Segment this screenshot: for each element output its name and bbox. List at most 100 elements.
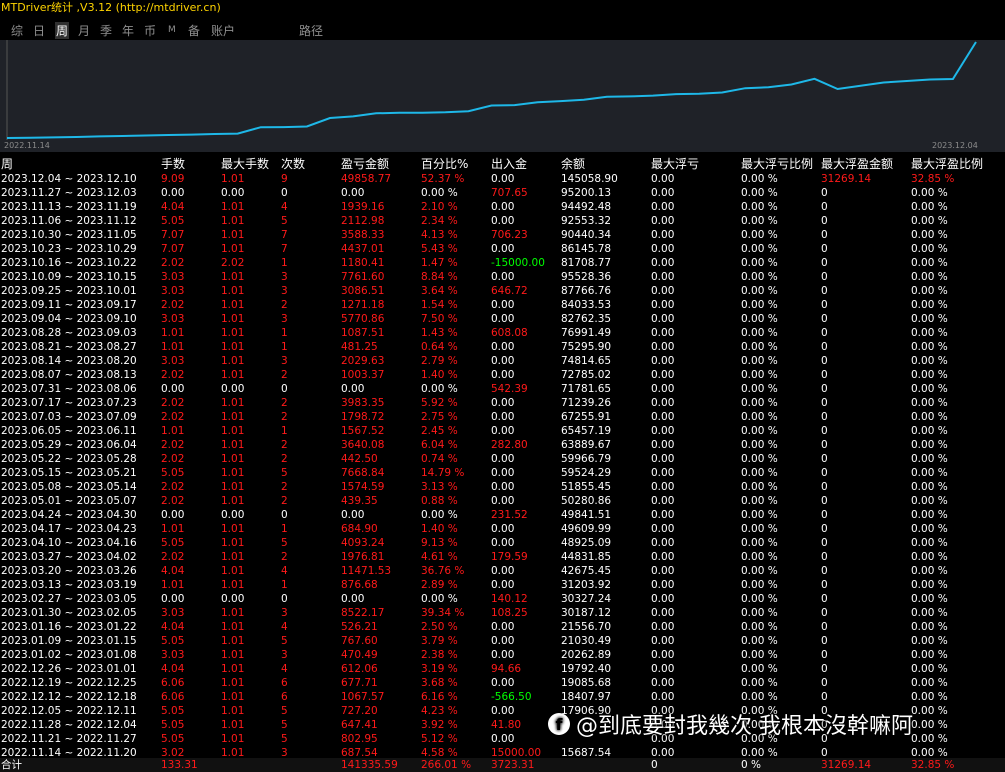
cell-mddp: 0.00 % — [741, 327, 778, 339]
cell-count: 7 — [281, 243, 288, 255]
cell-mdd: 0.00 — [651, 453, 675, 465]
header-mdd[interactable]: 最大浮亏 — [651, 156, 699, 172]
tab-3[interactable]: 月 — [78, 22, 90, 39]
header-io[interactable]: 出入金 — [491, 156, 527, 172]
header-lots[interactable]: 手数 — [161, 156, 185, 172]
table-row[interactable]: 2023.06.05 ~ 2023.06.11 1.01 1.01 1 1567.52 2… — [0, 424, 1005, 438]
table-row[interactable]: 2023.11.06 ~ 2023.11.12 5.05 1.01 5 2112.98 2… — [0, 214, 1005, 228]
table-row[interactable]: 2023.03.20 ~ 2023.03.26 4.04 1.01 4 11471.53… — [0, 564, 1005, 578]
table-row[interactable]: 2023.05.22 ~ 2023.05.28 2.02 1.01 2 442.50 0.… — [0, 452, 1005, 466]
table-row[interactable]: 2023.10.16 ~ 2023.10.22 2.02 2.02 1 1180.41 1… — [0, 256, 1005, 270]
table-row[interactable]: 2023.11.13 ~ 2023.11.19 4.04 1.01 4 1939.16 2… — [0, 200, 1005, 214]
cell-maxlots: 1.01 — [221, 201, 245, 213]
tab-8[interactable]: 备 — [188, 22, 200, 39]
table-row[interactable]: 2023.05.29 ~ 2023.06.04 2.02 1.01 2 3640.08 6… — [0, 438, 1005, 452]
header-balance[interactable]: 余额 — [561, 156, 585, 172]
header-pnl[interactable]: 盈亏金额 — [341, 156, 389, 172]
tab-2[interactable]: 周 — [55, 22, 70, 39]
tab-10[interactable]: 路径 — [299, 22, 323, 39]
cell-week: 2023.05.08 ~ 2023.05.14 — [1, 481, 137, 493]
table-row[interactable]: 2023.12.04 ~ 2023.12.10 9.09 1.01 9 49858.77… — [0, 172, 1005, 186]
cell-maxlots: 1.01 — [221, 439, 245, 451]
cell-count: 5 — [281, 705, 288, 717]
tab-9[interactable]: 账户 — [211, 22, 235, 39]
table-row[interactable]: 2023.04.24 ~ 2023.04.30 0.00 0.00 0 0.00 0.00… — [0, 508, 1005, 522]
tab-6[interactable]: 币 — [144, 22, 156, 39]
table-row[interactable]: 2022.12.19 ~ 2022.12.25 6.06 1.01 6 677.71 3.… — [0, 676, 1005, 690]
cell-mfe: 0 — [821, 691, 828, 703]
table-row[interactable]: 2023.08.07 ~ 2023.08.13 2.02 1.01 2 1003.37 1… — [0, 368, 1005, 382]
cell-io: 0.00 — [491, 425, 515, 437]
table-row[interactable]: 2023.07.03 ~ 2023.07.09 2.02 1.01 2 1798.72 2… — [0, 410, 1005, 424]
cell-lots: 0.00 — [161, 187, 185, 199]
table-row[interactable]: 2023.07.31 ~ 2023.08.06 0.00 0.00 0 0.00 0.00… — [0, 382, 1005, 396]
cell-mdd: 0.00 — [651, 663, 675, 675]
chart-end-date: 2023.12.04 — [932, 141, 978, 150]
cell-lots: 9.09 — [161, 173, 185, 185]
cell-balance: 19085.68 — [561, 677, 612, 689]
header-count[interactable]: 次数 — [281, 156, 305, 172]
cell-pnl: 684.90 — [341, 523, 378, 535]
footer-pnl: 141335.59 — [341, 759, 398, 771]
cell-pnl: 3588.33 — [341, 229, 385, 241]
cell-count: 0 — [281, 383, 288, 395]
cell-mfep: 0.00 % — [911, 579, 948, 591]
table-row[interactable]: 2022.12.12 ~ 2022.12.18 6.06 1.01 6 1067.57 6… — [0, 690, 1005, 704]
table-row[interactable]: 2023.04.10 ~ 2023.04.16 5.05 1.01 5 4093.24 9… — [0, 536, 1005, 550]
table-row[interactable]: 2023.10.30 ~ 2023.11.05 7.07 1.01 7 3588.33 4… — [0, 228, 1005, 242]
table-row[interactable]: 2023.01.02 ~ 2023.01.08 3.03 1.01 3 470.49 2.… — [0, 648, 1005, 662]
table-row[interactable]: 2023.03.13 ~ 2023.03.19 1.01 1.01 1 876.68 2.… — [0, 578, 1005, 592]
table-row[interactable]: 2023.09.04 ~ 2023.09.10 3.03 1.01 3 5770.86 7… — [0, 312, 1005, 326]
table-row[interactable]: 2023.11.27 ~ 2023.12.03 0.00 0.00 0 0.00 0.00… — [0, 186, 1005, 200]
cell-mfe: 0 — [821, 509, 828, 521]
table-row[interactable]: 2023.02.27 ~ 2023.03.05 0.00 0.00 0 0.00 0.00… — [0, 592, 1005, 606]
tab-1[interactable]: 日 — [33, 22, 45, 39]
table-row[interactable]: 2023.08.14 ~ 2023.08.20 3.03 1.01 3 2029.63 2… — [0, 354, 1005, 368]
footer-mddp: 0 % — [741, 759, 761, 771]
cell-count: 5 — [281, 537, 288, 549]
table-row[interactable]: 2023.07.17 ~ 2023.07.23 2.02 1.01 2 3983.35 5… — [0, 396, 1005, 410]
table-row[interactable]: 2023.08.28 ~ 2023.09.03 1.01 1.01 1 1087.51 1… — [0, 326, 1005, 340]
table-row[interactable]: 2023.03.27 ~ 2023.04.02 2.02 1.01 2 1976.81 4… — [0, 550, 1005, 564]
table-row[interactable]: 2023.01.30 ~ 2023.02.05 3.03 1.01 3 8522.17 3… — [0, 606, 1005, 620]
table-row[interactable]: 2023.05.01 ~ 2023.05.07 2.02 1.01 2 439.35 0.… — [0, 494, 1005, 508]
table-row[interactable]: 2022.12.26 ~ 2023.01.01 4.04 1.01 4 612.06 3.… — [0, 662, 1005, 676]
cell-week: 2023.05.15 ~ 2023.05.21 — [1, 467, 137, 479]
table-row[interactable]: 2023.01.16 ~ 2023.01.22 4.04 1.01 4 526.21 2.… — [0, 620, 1005, 634]
header-pct[interactable]: 百分比% — [421, 156, 468, 172]
tab-7[interactable]: M — [168, 25, 176, 35]
header-mfe[interactable]: 最大浮盈金额 — [821, 156, 893, 172]
cell-io: 0.00 — [491, 733, 515, 745]
tab-4[interactable]: 季 — [100, 22, 112, 39]
header-maxlots[interactable]: 最大手数 — [221, 156, 269, 172]
header-mddp[interactable]: 最大浮亏比例 — [741, 156, 813, 172]
table-row[interactable]: 2023.04.17 ~ 2023.04.23 1.01 1.01 1 684.90 1.… — [0, 522, 1005, 536]
table-row[interactable]: 2023.08.21 ~ 2023.08.27 1.01 1.01 1 481.25 0.… — [0, 340, 1005, 354]
cell-pct: 1.40 % — [421, 369, 458, 381]
cell-balance: 67255.91 — [561, 411, 612, 423]
balance-series-line — [6, 41, 977, 139]
table-row[interactable]: 2023.05.08 ~ 2023.05.14 2.02 1.01 2 1574.59 3… — [0, 480, 1005, 494]
header-mfep[interactable]: 最大浮盈比例 — [911, 156, 983, 172]
footer-week: 合计 — [1, 759, 22, 771]
table-row[interactable]: 2023.09.25 ~ 2023.10.01 3.03 1.01 3 3086.51 3… — [0, 284, 1005, 298]
tab-0[interactable]: 综 — [11, 22, 23, 39]
cell-mfe: 0 — [821, 677, 828, 689]
cell-io: 0.00 — [491, 299, 515, 311]
cell-pnl: 0.00 — [341, 509, 365, 521]
table-row[interactable]: 2023.01.09 ~ 2023.01.15 5.05 1.01 5 767.60 3.… — [0, 634, 1005, 648]
table-row[interactable]: 2023.05.15 ~ 2023.05.21 5.05 1.01 5 7668.84 1… — [0, 466, 1005, 480]
table-row[interactable]: 2023.09.11 ~ 2023.09.17 2.02 1.01 2 1271.18 1… — [0, 298, 1005, 312]
cell-io: 108.25 — [491, 607, 528, 619]
cell-mfe: 0 — [821, 621, 828, 633]
cell-lots: 1.01 — [161, 523, 185, 535]
table-row[interactable]: 2023.10.09 ~ 2023.10.15 3.03 1.01 3 7761.60 8… — [0, 270, 1005, 284]
cell-maxlots: 1.01 — [221, 677, 245, 689]
cell-mfep: 0.00 % — [911, 285, 948, 297]
cell-mfep: 0.00 % — [911, 229, 948, 241]
header-week[interactable]: 周 — [1, 156, 13, 172]
cell-mdd: 0.00 — [651, 509, 675, 521]
tab-5[interactable]: 年 — [122, 22, 134, 39]
table-row[interactable]: 2023.10.23 ~ 2023.10.29 7.07 1.01 7 4437.01 5… — [0, 242, 1005, 256]
cell-balance: 49841.51 — [561, 509, 612, 521]
